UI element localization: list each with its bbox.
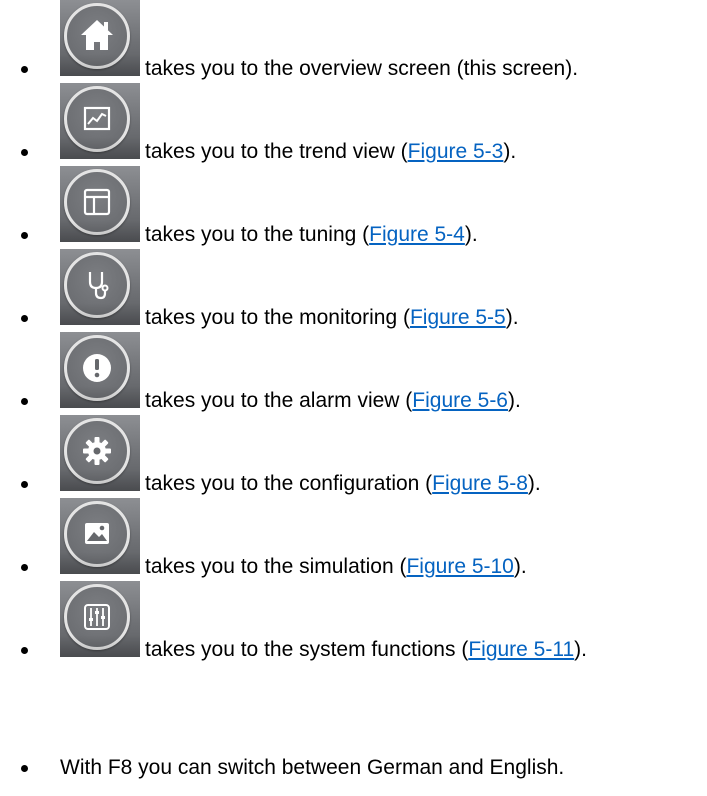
- gear-icon: [83, 437, 111, 465]
- item-text: takes you to the configuration (Figure 5…: [145, 472, 541, 495]
- figure-link[interactable]: Figure 5-5: [410, 306, 506, 329]
- document-bullet-list: takes you to the overview screen (this s…: [0, 0, 707, 796]
- bullet-dot: [21, 232, 28, 239]
- configuration-button-image: [60, 415, 140, 491]
- item-text: takes you to the trend view (Figure 5-3)…: [145, 140, 517, 163]
- trend-chart-icon: [83, 106, 111, 131]
- bullet-dot: [21, 66, 28, 73]
- figure-link[interactable]: Figure 5-10: [406, 555, 513, 578]
- tuning-layout-icon: [83, 188, 111, 216]
- simulation-button-image: [60, 498, 140, 574]
- list-item-tuning: takes you to the tuning (Figure 5-4).: [0, 166, 707, 248]
- list-item-overview: takes you to the overview screen (this s…: [0, 0, 707, 82]
- trend-button-image: [60, 83, 140, 159]
- language-switch-note: With F8 you can switch between German an…: [60, 756, 565, 779]
- bullet-dot: [21, 398, 28, 405]
- bullet-dot: [21, 149, 28, 156]
- home-icon: [81, 20, 113, 50]
- figure-link[interactable]: Figure 5-11: [468, 638, 574, 661]
- bullet-dot: [21, 647, 28, 654]
- item-text: takes you to the monitoring (Figure 5-5)…: [145, 306, 519, 329]
- list-item-language-note: With F8 you can switch between German an…: [0, 750, 707, 784]
- list-item-monitoring: takes you to the monitoring (Figure 5-5)…: [0, 249, 707, 331]
- list-item-simulation: takes you to the simulation (Figure 5-10…: [0, 498, 707, 580]
- stethoscope-icon: [88, 272, 109, 300]
- item-text: takes you to the alarm view (Figure 5-6)…: [145, 389, 521, 412]
- image-simulation-icon: [85, 523, 109, 544]
- tuning-button-image: [60, 166, 140, 242]
- figure-link[interactable]: Figure 5-6: [412, 389, 508, 412]
- figure-link[interactable]: Figure 5-3: [408, 140, 504, 163]
- system-functions-button-image: [60, 581, 140, 657]
- item-text: takes you to the simulation (Figure 5-10…: [145, 555, 527, 578]
- bullet-dot: [21, 481, 28, 488]
- sliders-icon: [84, 604, 110, 630]
- figure-link[interactable]: Figure 5-4: [369, 223, 465, 246]
- list-item-configuration: takes you to the configuration (Figure 5…: [0, 415, 707, 497]
- list-item-alarm: takes you to the alarm view (Figure 5-6)…: [0, 332, 707, 414]
- alarm-button-image: [60, 332, 140, 408]
- bullet-dot: [21, 315, 28, 322]
- list-item-system-functions: takes you to the system functions (Figur…: [0, 581, 707, 663]
- item-text: takes you to the overview screen (this s…: [145, 57, 579, 80]
- list-item-trend: takes you to the trend view (Figure 5-3)…: [0, 83, 707, 165]
- item-text: takes you to the system functions (Figur…: [145, 638, 587, 661]
- alarm-warning-icon: [83, 354, 111, 382]
- monitoring-button-image: [60, 249, 140, 325]
- item-text: takes you to the tuning (Figure 5-4).: [145, 223, 478, 246]
- figure-link[interactable]: Figure 5-8: [432, 472, 528, 495]
- bullet-dot: [21, 765, 28, 772]
- home-button-image: [60, 0, 140, 76]
- bullet-dot: [21, 564, 28, 571]
